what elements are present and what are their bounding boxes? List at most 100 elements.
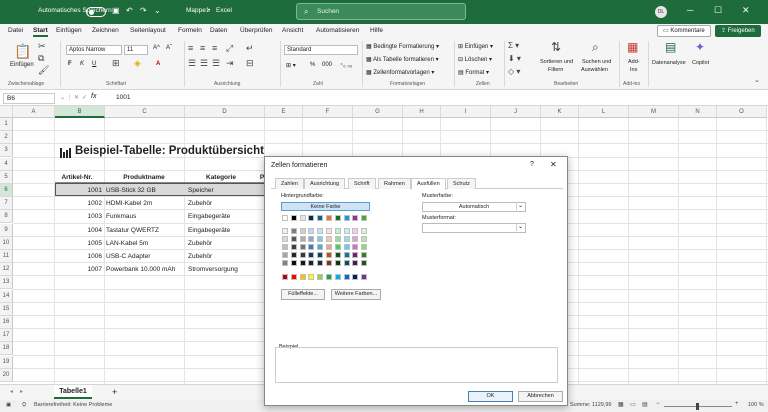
insert-cells-button[interactable]: ⊞ Einfügen ▾	[458, 43, 493, 50]
avatar[interactable]: DL	[655, 6, 667, 18]
row-header-2[interactable]: 2	[0, 131, 13, 145]
cell-produktname[interactable]: HDMI-Kabel 2m	[106, 197, 184, 210]
italic-button[interactable]: K	[80, 61, 84, 67]
color-swatch[interactable]	[343, 252, 350, 258]
color-swatch[interactable]	[290, 215, 297, 221]
cancel-icon[interactable]: ✕	[74, 94, 79, 101]
color-swatch[interactable]	[352, 228, 359, 234]
addins-icon[interactable]: ▦	[627, 40, 638, 54]
color-swatch[interactable]	[326, 236, 332, 242]
cell-kategorie[interactable]: Eingabegeräte	[188, 210, 262, 223]
fill-icon[interactable]: ⬇ ▾	[508, 54, 521, 63]
data-analysis-label[interactable]: Datenanalyse	[652, 60, 686, 66]
collapse-ribbon-icon[interactable]: ⌄	[754, 76, 760, 84]
color-swatch[interactable]	[334, 215, 341, 221]
color-swatch[interactable]	[282, 228, 288, 234]
color-swatch[interactable]	[317, 236, 324, 242]
tab-ausfuellen[interactable]: Ausfüllen	[411, 178, 446, 190]
column-header-n[interactable]: N	[679, 106, 717, 118]
cell-artikel-nr[interactable]: 1005	[55, 237, 102, 250]
addins-label-2[interactable]: Ins	[630, 67, 637, 73]
color-swatch[interactable]	[361, 236, 368, 242]
percent-icon[interactable]: %	[310, 62, 315, 68]
tab-rahmen[interactable]: Rahmen	[378, 178, 411, 189]
sort-filter-label-2[interactable]: Filtern	[548, 67, 563, 73]
header-artikel-nr[interactable]: Artikel-Nr.	[55, 171, 99, 184]
color-swatch[interactable]	[334, 228, 341, 234]
row-header-11[interactable]: 11	[0, 250, 13, 263]
cell-produktname[interactable]: USB-Stick 32 GB	[106, 184, 184, 197]
copy-icon[interactable]: ⧉	[38, 53, 44, 64]
format-as-table-button[interactable]: ▦ Als Tabelle formatieren ▾	[366, 56, 439, 63]
column-header-l[interactable]: L	[579, 106, 629, 118]
tab-zahlen[interactable]: Zahlen	[275, 178, 304, 189]
add-sheet-button[interactable]: +	[112, 387, 117, 397]
align-middle-icon[interactable]: ≡	[200, 43, 205, 53]
header-produktname[interactable]: Produktname	[104, 171, 184, 184]
cell-produktname[interactable]: Funkmaus	[106, 210, 184, 223]
color-swatch[interactable]	[343, 260, 350, 266]
sheet-title[interactable]: Beispiel-Tabelle: Produktübersicht	[75, 145, 264, 157]
color-swatch[interactable]	[299, 244, 306, 250]
color-swatch[interactable]	[282, 260, 288, 266]
cell-styles-button[interactable]: ▦ Zellenformatvorlagen ▾	[366, 69, 434, 76]
pattern-color-dropdown[interactable]: Automatisch	[422, 202, 526, 212]
cell-artikel-nr[interactable]: 1003	[55, 210, 102, 223]
clear-icon[interactable]: ◇ ▾	[508, 67, 520, 76]
color-swatch[interactable]	[299, 228, 306, 234]
file-name[interactable]: Mappe1	[186, 7, 210, 14]
header-kategorie[interactable]: Kategorie	[184, 171, 258, 184]
color-swatch[interactable]	[299, 236, 306, 242]
zoom-level[interactable]: 100 %	[748, 402, 764, 408]
color-swatch[interactable]	[361, 260, 368, 266]
tab-datei[interactable]: Datei	[8, 27, 23, 34]
column-header-d[interactable]: D	[185, 106, 265, 118]
row-header-1[interactable]: 1	[0, 118, 13, 131]
undo-icon[interactable]: ↶	[126, 6, 133, 15]
color-swatch[interactable]	[352, 244, 359, 250]
color-swatch[interactable]	[352, 252, 359, 258]
merge-cells-icon[interactable]: ⊟	[246, 58, 254, 69]
normal-view-icon[interactable]: ▦	[618, 401, 624, 408]
color-swatch[interactable]	[317, 252, 324, 258]
color-swatch[interactable]	[317, 228, 324, 234]
column-header-g[interactable]: G	[353, 106, 403, 118]
color-swatch[interactable]	[308, 260, 315, 266]
format-cells-button[interactable]: ▤ Format ▾	[458, 69, 489, 76]
color-swatch[interactable]	[361, 252, 368, 258]
color-swatch[interactable]	[290, 260, 297, 266]
color-swatch[interactable]	[308, 244, 315, 250]
thousands-icon[interactable]: 000	[322, 62, 332, 68]
format-painter-icon[interactable]: 🖌	[38, 65, 49, 76]
cell-produktname[interactable]: USB-C Adapter	[106, 250, 184, 263]
cell-kategorie[interactable]: Zubehör	[188, 197, 262, 210]
color-swatch[interactable]	[317, 274, 324, 280]
share-button[interactable]: ⇪ Freigeben	[715, 25, 761, 37]
color-swatch[interactable]	[299, 274, 306, 280]
color-swatch[interactable]	[308, 215, 315, 221]
color-swatch[interactable]	[343, 244, 350, 250]
search-box[interactable]: ⌕ Suchen	[296, 3, 466, 20]
underline-button[interactable]: U	[92, 61, 96, 67]
currency-icon[interactable]: ⊞ ▾	[286, 62, 296, 69]
color-swatch[interactable]	[352, 236, 359, 242]
indent-icon[interactable]: ⇥	[226, 58, 234, 69]
decimal-icon[interactable]: ⁺₀ ₀₀	[340, 62, 352, 69]
color-swatch[interactable]	[352, 215, 359, 221]
column-header-m[interactable]: M	[629, 106, 679, 118]
conditional-format-button[interactable]: ▦ Bedingte Formatierung ▾	[366, 43, 439, 50]
paste-label[interactable]: Einfügen	[10, 62, 34, 68]
cell-kategorie[interactable]: Zubehör	[188, 237, 262, 250]
color-swatch[interactable]	[326, 252, 332, 258]
tab-seitenlayout[interactable]: Seitenlayout	[130, 27, 166, 34]
bold-button[interactable]: F	[68, 61, 72, 67]
color-swatch[interactable]	[343, 215, 350, 221]
color-swatch[interactable]	[290, 252, 297, 258]
column-header-o[interactable]: O	[717, 106, 767, 118]
row-header-18[interactable]: 18	[0, 342, 13, 356]
fill-color-icon[interactable]: ◈	[134, 58, 141, 69]
cell-produktname[interactable]: Tastatur QWERTZ	[106, 224, 184, 237]
maximize-icon[interactable]: ☐	[714, 5, 722, 16]
tab-ansicht[interactable]: Ansicht	[282, 27, 303, 34]
color-swatch[interactable]	[308, 228, 315, 234]
